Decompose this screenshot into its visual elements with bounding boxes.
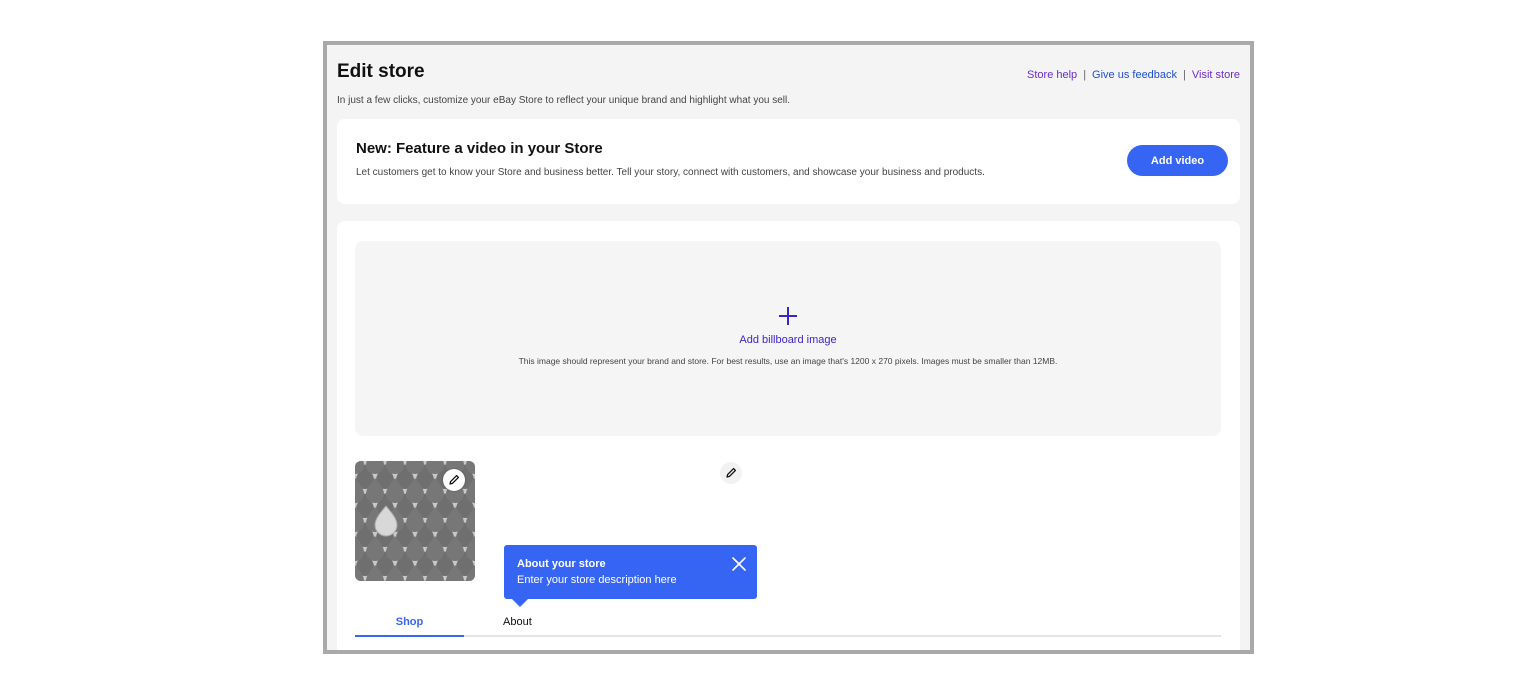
link-separator: | [1183,69,1186,81]
video-feature-title: New: Feature a video in your Store [356,140,603,157]
store-tabs: Shop About [355,612,1221,637]
video-feature-card: New: Feature a video in your Store Let c… [337,119,1240,204]
header-links: Store help | Give us feedback | Visit st… [1027,69,1240,81]
add-billboard-label[interactable]: Add billboard image [355,334,1221,346]
page-subtitle: In just a few clicks, customize your eBa… [337,95,791,106]
tab-shop[interactable]: Shop [355,616,464,637]
billboard-dropzone[interactable]: Add billboard image This image should re… [355,241,1221,436]
tab-about[interactable]: About [503,616,532,637]
pencil-icon [449,474,460,485]
page-title: Edit store [337,61,425,82]
about-store-tooltip: About your store Enter your store descri… [504,545,757,607]
edit-store-frame: Edit store In just a few clicks, customi… [323,41,1254,654]
store-help-link[interactable]: Store help [1027,69,1077,81]
visit-store-link[interactable]: Visit store [1192,69,1240,81]
plus-icon [779,307,797,325]
billboard-hint: This image should represent your brand a… [518,356,1058,366]
close-icon[interactable] [731,556,747,572]
video-feature-description: Let customers get to know your Store and… [356,167,985,178]
edit-store-name-button[interactable] [720,462,742,484]
give-feedback-link[interactable]: Give us feedback [1092,69,1177,81]
tooltip-title: About your store [517,558,606,570]
tooltip-text: Enter your store description here [517,574,677,586]
add-video-button[interactable]: Add video [1127,145,1228,176]
store-layout-card: Add billboard image This image should re… [337,221,1240,650]
edit-logo-button[interactable] [443,469,465,491]
pencil-icon [726,467,737,478]
link-separator: | [1083,69,1087,81]
